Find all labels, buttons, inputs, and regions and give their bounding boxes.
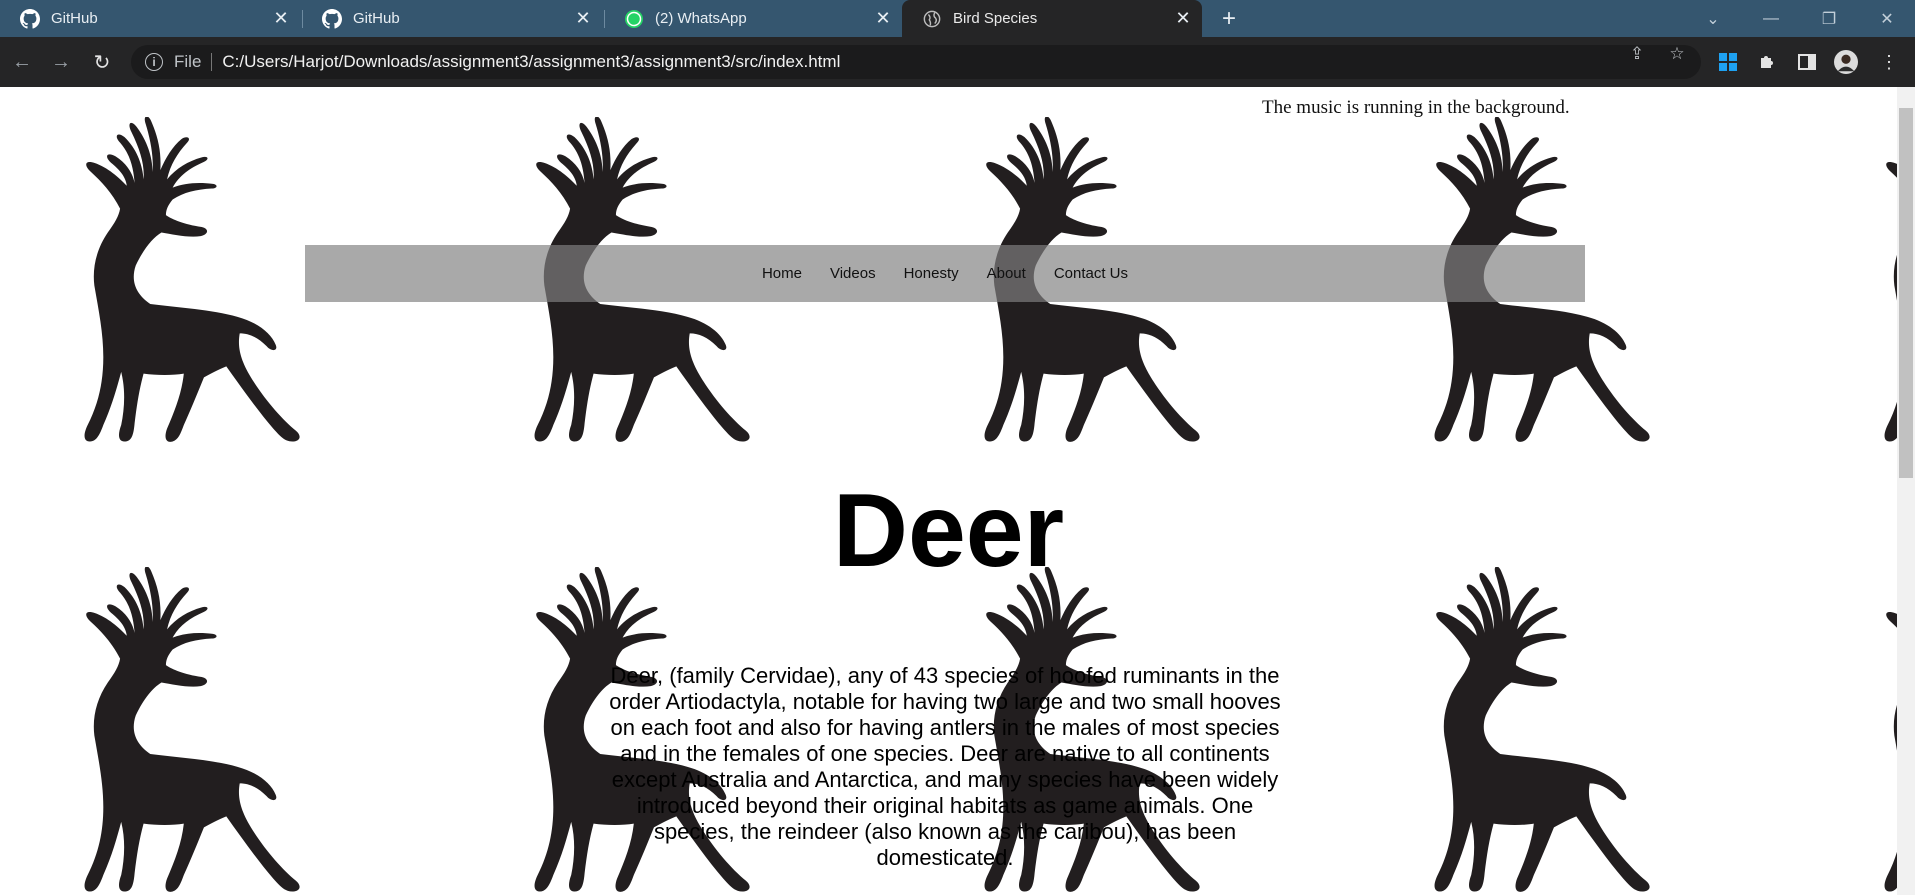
nav-link-home[interactable]: Home [762,265,802,282]
browser-toolbar: ← → ↻ i File C:/Users/Harjot/Downloads/a… [0,37,1915,87]
music-status-text: The music is running in the background. [1262,97,1570,118]
divider [211,53,213,71]
url-text[interactable]: C:/Users/Harjot/Downloads/assignment3/as… [222,52,840,72]
menu-kebab-icon[interactable]: ⋮ [1877,50,1901,74]
close-icon[interactable]: ✕ [572,8,594,30]
close-icon[interactable]: ✕ [1172,8,1194,30]
tab-strip: GitHub ✕ GitHub ✕ (2) WhatsApp ✕ Bird Sp… [0,0,1915,37]
deer-silhouette-image [1872,117,1897,447]
description-paragraph: Deer, (family Cervidae), any of 43 speci… [609,663,1281,870]
tab-whatsapp[interactable]: (2) WhatsApp ✕ [604,0,902,37]
close-icon[interactable]: ✕ [872,8,894,30]
reload-icon[interactable]: ↻ [89,49,115,75]
back-arrow-icon[interactable]: ← [9,49,35,75]
side-panel-icon[interactable] [1795,50,1819,74]
whatsapp-icon [624,9,644,29]
info-icon[interactable]: i [145,53,163,71]
extensions-puzzle-icon[interactable] [1755,50,1779,74]
tab-bird-species[interactable]: Bird Species ✕ [902,0,1202,37]
nav-link-about[interactable]: About [987,265,1026,282]
nav-link-contact-us[interactable]: Contact Us [1054,265,1128,282]
page-viewport: The music is running in the background. … [0,87,1897,895]
address-bar[interactable]: i File C:/Users/Harjot/Downloads/assignm… [131,45,1701,79]
restore-button[interactable]: ❐ [1800,0,1858,37]
deer-silhouette-image [1872,567,1897,895]
share-icon[interactable]: ⇪ [1628,44,1646,63]
scheme-label: File [174,52,202,71]
tab-search-icon[interactable]: ⌄ [1684,0,1742,37]
minimize-button[interactable]: — [1742,0,1800,37]
tab-title: GitHub [353,10,400,27]
nav-link-videos[interactable]: Videos [830,265,876,282]
forward-arrow-icon[interactable]: → [48,49,74,75]
globe-icon [922,9,942,29]
tab-title: (2) WhatsApp [655,10,747,27]
github-icon [322,8,342,29]
deer-silhouette-image [72,117,318,447]
tab-github-2[interactable]: GitHub ✕ [302,0,602,37]
github-icon [20,8,40,29]
scrollbar-thumb[interactable] [1899,108,1913,478]
tab-title: GitHub [51,10,98,27]
tab-github-1[interactable]: GitHub ✕ [0,0,300,37]
close-window-button[interactable]: ✕ [1858,0,1915,37]
nav-link-honesty[interactable]: Honesty [904,265,959,282]
new-tab-button[interactable]: + [1216,5,1242,32]
deer-silhouette-image [72,567,318,895]
windows-extension-icon[interactable] [1716,50,1740,74]
tab-title: Bird Species [953,10,1038,27]
close-icon[interactable]: ✕ [270,8,292,30]
deer-silhouette-image [1422,567,1668,895]
profile-avatar[interactable] [1834,50,1858,74]
site-nav-bar: Home Videos Honesty About Contact Us [305,245,1585,302]
bookmark-star-icon[interactable]: ☆ [1668,44,1686,63]
page-title: Deer [832,473,1065,589]
